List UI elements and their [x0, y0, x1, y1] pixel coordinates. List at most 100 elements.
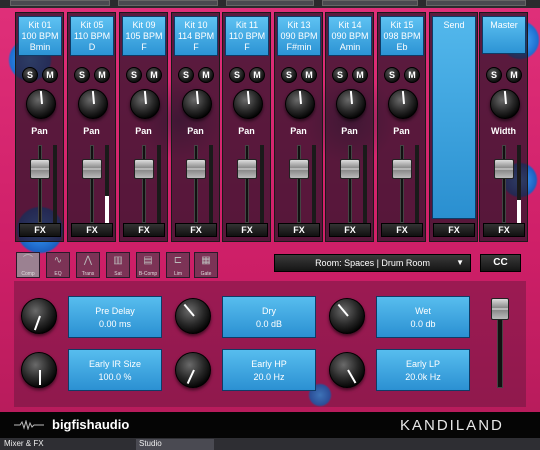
param-name: Early HP	[251, 359, 287, 369]
solo-button[interactable]: S	[22, 67, 38, 83]
effect-label: Gate	[200, 271, 212, 277]
send-strip: Send FX	[429, 12, 478, 242]
kit-name: Kit 10	[184, 20, 208, 30]
top-strip-segment	[10, 0, 110, 6]
effect-comp-icon[interactable]: ⌒ Comp	[16, 252, 40, 278]
fx-button[interactable]: FX	[19, 223, 61, 237]
reverb-fader[interactable]	[491, 298, 509, 320]
master-fx-button[interactable]: FX	[483, 223, 525, 237]
channel-strip-kit01: Kit 01 100 BPM Bmin S M Pan FX	[15, 12, 64, 242]
fx-button[interactable]: FX	[329, 223, 371, 237]
volume-fader[interactable]	[340, 159, 360, 179]
fx-button[interactable]: FX	[278, 223, 320, 237]
pan-knob[interactable]	[26, 89, 56, 119]
volume-fader-track	[38, 145, 42, 223]
cc-button[interactable]: CC	[480, 254, 521, 272]
mute-button[interactable]: M	[198, 67, 214, 83]
param-value: 100.0 %	[98, 372, 132, 382]
channel-strip-kit05: Kit 05 110 BPM D S M Pan FX	[67, 12, 116, 242]
tab-studio[interactable]: Studio	[136, 439, 214, 450]
effect-bcomp-icon[interactable]: ▤ B-Comp	[136, 252, 160, 278]
early-ir-size-display[interactable]: Early IR Size 100.0 %	[68, 349, 162, 391]
wet-display[interactable]: Wet 0.0 db	[376, 296, 470, 338]
width-knob[interactable]	[490, 89, 520, 119]
room-select[interactable]: Room: Spaces | Drum Room ▼	[274, 254, 471, 272]
master-fader[interactable]	[494, 159, 514, 179]
kit-key: Eb	[396, 42, 408, 52]
effect-sat-icon[interactable]: ▥ Sat	[106, 252, 130, 278]
early-ir-size-knob[interactable]	[21, 352, 57, 388]
kit-name: Kit 01	[28, 20, 52, 30]
solo-button[interactable]: S	[332, 67, 348, 83]
volume-fader[interactable]	[30, 159, 50, 179]
pan-knob[interactable]	[336, 89, 366, 119]
kit-bpm: 090 BPM	[331, 31, 369, 41]
solo-button[interactable]: S	[126, 67, 142, 83]
pan-knob[interactable]	[78, 89, 108, 119]
volume-fader[interactable]	[289, 159, 309, 179]
brand-name: bigfishaudio	[52, 417, 130, 432]
pan-knob[interactable]	[130, 89, 160, 119]
mute-button[interactable]: M	[404, 67, 420, 83]
early-hp-display[interactable]: Early HP 20.0 Hz	[222, 349, 316, 391]
volume-fader[interactable]	[392, 159, 412, 179]
pan-knob[interactable]	[388, 89, 418, 119]
early-lp-display[interactable]: Early LP 20.0k Hz	[376, 349, 470, 391]
effect-trans-icon[interactable]: ⋀ Trans	[76, 252, 100, 278]
pan-knob[interactable]	[182, 89, 212, 119]
fx-button[interactable]: FX	[226, 223, 268, 237]
channel-display: Kit 11 110 BPM F	[225, 16, 269, 56]
effect-gate-icon[interactable]: ▦ Gate	[194, 252, 218, 278]
product-logo: KANDILAND	[400, 417, 504, 434]
channel-strip-kit09: Kit 09 105 BPM F S M Pan FX	[119, 12, 168, 242]
pan-label: Pan	[290, 126, 307, 136]
width-label: Width	[491, 126, 516, 136]
param-value: 20.0k Hz	[405, 372, 441, 382]
solo-button[interactable]: S	[384, 67, 400, 83]
mute-button[interactable]: M	[301, 67, 317, 83]
param-value: 0.0 dB	[255, 319, 283, 329]
effect-lim-icon[interactable]: ⊏ Lim	[166, 252, 190, 278]
volume-fader[interactable]	[237, 159, 257, 179]
send-fx-button[interactable]: FX	[433, 223, 475, 237]
fx-button[interactable]: FX	[123, 223, 165, 237]
effect-eq-icon[interactable]: ∿ EQ	[46, 252, 70, 278]
volume-fader-track	[90, 145, 94, 223]
volume-fader[interactable]	[186, 159, 206, 179]
volume-fader-track	[400, 145, 404, 223]
mute-button[interactable]: M	[42, 67, 58, 83]
solo-button[interactable]: S	[178, 67, 194, 83]
tab-mixer-fx[interactable]: Mixer & FX	[4, 439, 44, 448]
pan-knob[interactable]	[285, 89, 315, 119]
pre-delay-knob[interactable]	[21, 298, 57, 334]
dry-display[interactable]: Dry 0.0 dB	[222, 296, 316, 338]
pan-label: Pan	[31, 126, 48, 136]
param-value: 0.0 db	[410, 319, 436, 329]
fx-button[interactable]: FX	[175, 223, 217, 237]
mute-button[interactable]: M	[249, 67, 265, 83]
early-hp-knob[interactable]	[175, 352, 211, 388]
volume-fader-track	[348, 145, 352, 223]
wet-knob[interactable]	[329, 298, 365, 334]
fx-button[interactable]: FX	[381, 223, 423, 237]
pan-knob[interactable]	[233, 89, 263, 119]
mute-button[interactable]: M	[146, 67, 162, 83]
volume-fader[interactable]	[134, 159, 154, 179]
pan-label: Pan	[238, 126, 255, 136]
solo-button[interactable]: S	[229, 67, 245, 83]
channel-display: Kit 10 114 BPM F	[174, 16, 218, 56]
solo-button[interactable]: S	[281, 67, 297, 83]
volume-fader[interactable]	[82, 159, 102, 179]
kit-bpm: 098 BPM	[383, 31, 421, 41]
master-mute-button[interactable]: M	[506, 67, 522, 83]
mute-button[interactable]: M	[94, 67, 110, 83]
early-lp-knob[interactable]	[329, 352, 365, 388]
kit-bpm: 110 BPM	[73, 31, 111, 41]
fx-button[interactable]: FX	[71, 223, 113, 237]
dry-knob[interactable]	[175, 298, 211, 334]
pre-delay-display[interactable]: Pre Delay 0.00 ms	[68, 296, 162, 338]
waveform-logo-icon	[14, 420, 44, 430]
mute-button[interactable]: M	[352, 67, 368, 83]
master-solo-button[interactable]: S	[486, 67, 502, 83]
solo-button[interactable]: S	[74, 67, 90, 83]
